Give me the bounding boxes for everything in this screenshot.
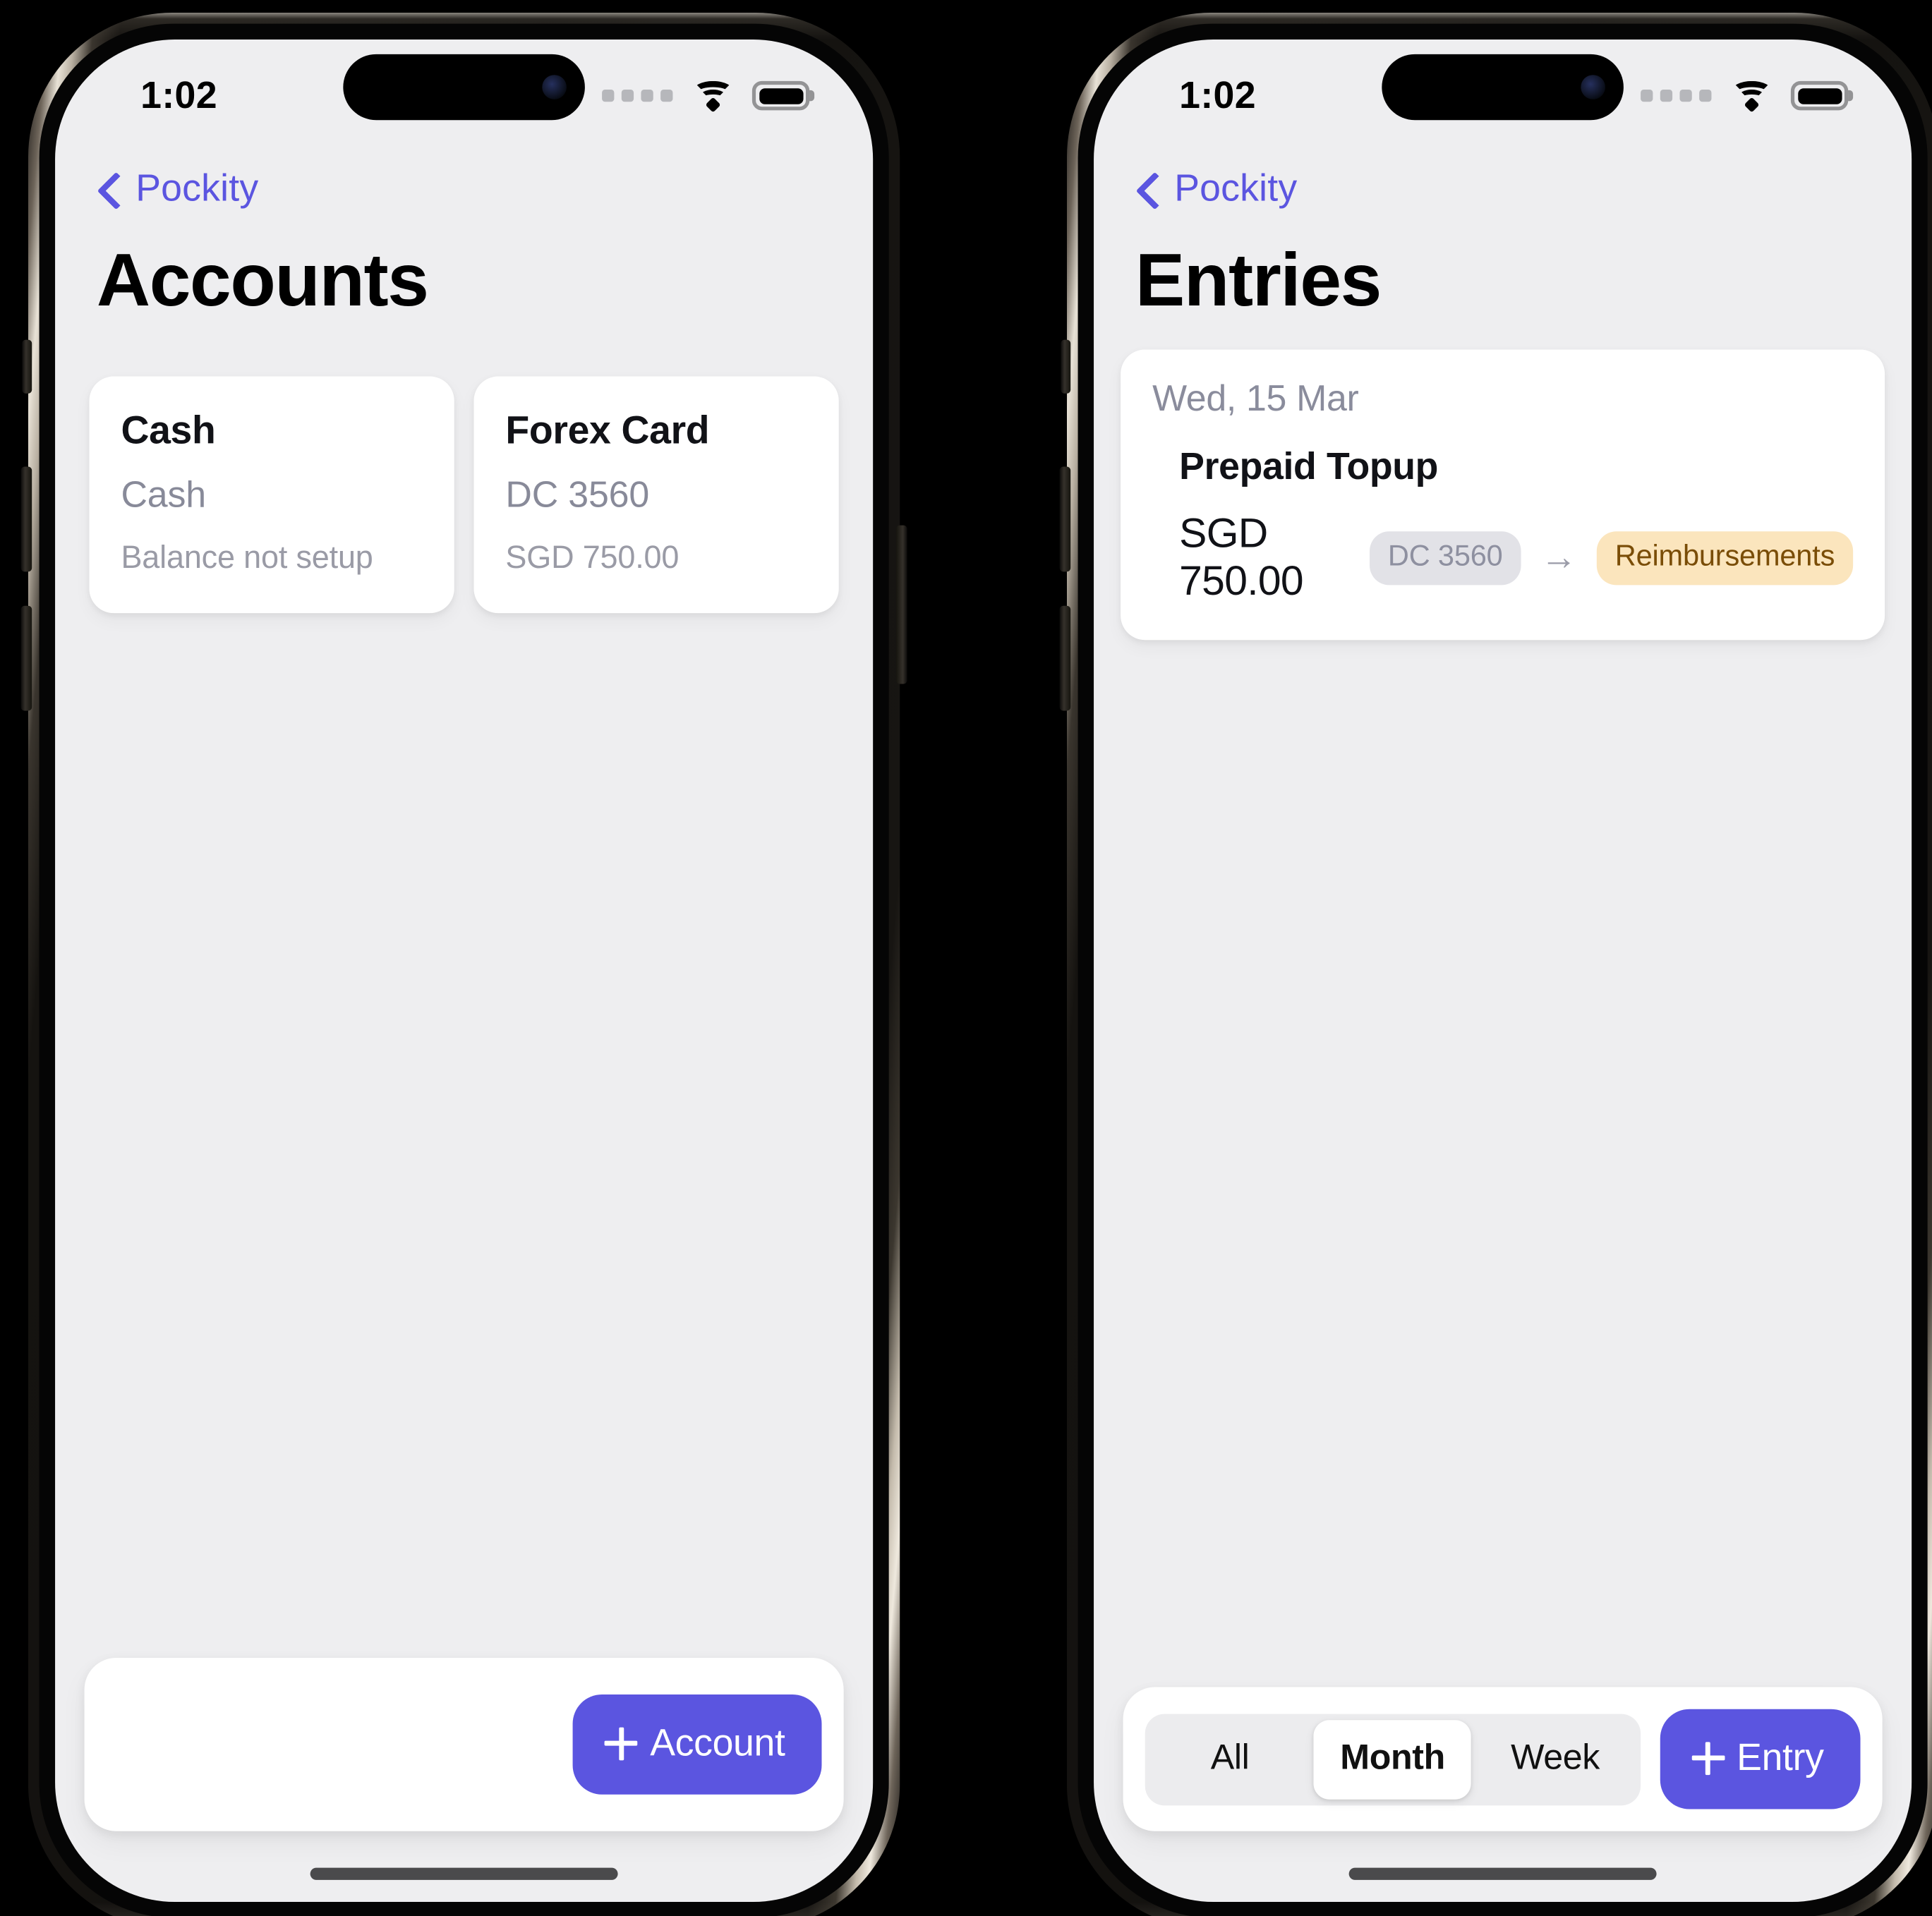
wifi-icon (692, 80, 733, 113)
front-camera-icon (1581, 75, 1605, 99)
screen-accounts: 1:02 Pockity Accounts Cash Cash Balance … (55, 40, 874, 1903)
arrow-right-icon: → (1540, 537, 1578, 578)
entry-source-pill: DC 3560 (1369, 531, 1521, 586)
account-subtitle: Cash (121, 475, 206, 516)
entry-amount: SGD 750.00 (1179, 510, 1303, 605)
front-camera-icon (542, 75, 567, 99)
add-entry-label: Entry (1737, 1735, 1824, 1779)
account-name: Forex Card (505, 408, 710, 452)
volume-up-button[interactable] (20, 466, 32, 572)
battery-full-icon (1790, 80, 1854, 111)
dynamic-island (1382, 54, 1624, 121)
bottom-toolbar: Account (84, 1658, 844, 1831)
segment-week[interactable]: Week (1476, 1719, 1634, 1798)
segment-all[interactable]: All (1151, 1719, 1309, 1798)
status-indicators (602, 80, 815, 113)
screen-entries: 1:02 Pockity Entries Wed, 15 Mar Prepaid… (1094, 40, 1912, 1903)
entries-list: Wed, 15 Mar Prepaid Topup SGD 750.00 DC … (1094, 322, 1912, 641)
status-indicators (1641, 80, 1854, 113)
cellular-dots-icon (1641, 89, 1712, 102)
add-account-label: Account (650, 1721, 785, 1764)
status-bar: 1:02 (1094, 40, 1912, 132)
page-title: Entries (1135, 238, 1382, 322)
account-card[interactable]: Cash Cash Balance not setup (89, 376, 454, 614)
back-button-pockity[interactable]: Pockity (1094, 133, 1912, 211)
home-indicator[interactable] (1348, 1867, 1657, 1880)
back-button-label: Pockity (135, 166, 259, 210)
device-entries: 1:02 Pockity Entries Wed, 15 Mar Prepaid… (1059, 13, 1932, 1916)
plus-icon (1691, 1741, 1725, 1775)
entry-destination-pill: Reimbursements (1596, 531, 1854, 586)
silent-switch[interactable] (22, 339, 32, 394)
back-button-pockity[interactable]: Pockity (55, 133, 873, 211)
chevron-left-icon (1133, 174, 1162, 203)
status-clock: 1:02 (1179, 73, 1256, 117)
segment-month[interactable]: Month (1313, 1719, 1472, 1799)
silent-switch[interactable] (1061, 339, 1071, 394)
entry-date: Wed, 15 Mar (1152, 379, 1359, 420)
volume-down-button[interactable] (20, 605, 32, 711)
screenshot-canvas: 1:02 Pockity Accounts Cash Cash Balance … (0, 0, 1932, 1916)
volume-up-button[interactable] (1059, 466, 1071, 572)
account-name: Cash (121, 408, 216, 452)
accounts-content: Cash Cash Balance not setup Forex Card D… (55, 322, 873, 1902)
entry-card[interactable]: Wed, 15 Mar Prepaid Topup SGD 750.00 DC … (1121, 349, 1885, 641)
accounts-grid: Cash Cash Balance not setup Forex Card D… (55, 322, 873, 614)
bottom-toolbar: All Month Week Entry (1123, 1687, 1883, 1831)
add-account-button[interactable]: Account (573, 1694, 822, 1795)
chevron-left-icon (94, 174, 123, 203)
account-balance: Balance not setup (121, 538, 373, 576)
device-accounts: 1:02 Pockity Accounts Cash Cash Balance … (20, 13, 907, 1916)
status-clock: 1:02 (140, 73, 217, 117)
period-segmented-control[interactable]: All Month Week (1145, 1713, 1641, 1805)
home-indicator[interactable] (310, 1867, 618, 1880)
back-button-label: Pockity (1174, 166, 1298, 210)
power-button[interactable] (896, 525, 907, 684)
account-card[interactable]: Forex Card DC 3560 SGD 750.00 (473, 376, 839, 614)
plus-icon (605, 1726, 638, 1760)
status-bar: 1:02 (55, 40, 873, 132)
dynamic-island (343, 54, 585, 121)
account-subtitle: DC 3560 (505, 475, 650, 516)
battery-full-icon (751, 80, 815, 111)
wifi-icon (1731, 80, 1772, 113)
entries-content: Wed, 15 Mar Prepaid Topup SGD 750.00 DC … (1094, 322, 1912, 1902)
volume-down-button[interactable] (1059, 605, 1071, 711)
account-balance: SGD 750.00 (505, 538, 680, 576)
entry-details-row: SGD 750.00 DC 3560 → Reimbursements (1179, 510, 1854, 606)
entry-title: Prepaid Topup (1179, 444, 1439, 487)
add-entry-button[interactable]: Entry (1660, 1709, 1861, 1809)
page-title: Accounts (96, 238, 429, 322)
cellular-dots-icon (602, 89, 673, 102)
